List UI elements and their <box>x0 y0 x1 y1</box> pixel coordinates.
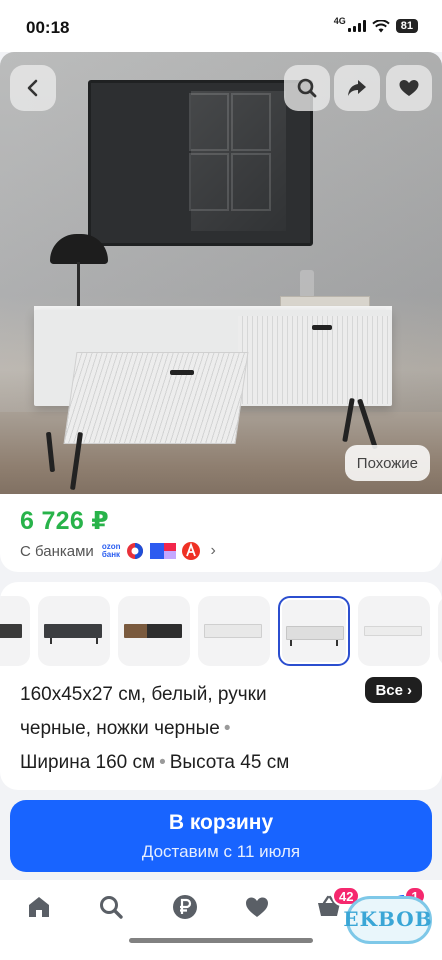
product-image[interactable]: Похожие <box>0 52 442 494</box>
width-spec: Ширина 160 см <box>20 752 156 773</box>
variant-thumb[interactable] <box>358 596 430 666</box>
battery-indicator: 81 <box>395 19 418 33</box>
nav-home[interactable] <box>22 892 56 922</box>
status-bar: 00:18 4G 81 <box>0 0 442 52</box>
cart-button-title: В корзину <box>168 811 274 834</box>
nav-search[interactable] <box>94 892 128 922</box>
ozon-bank-logo: ozon банк <box>101 542 121 559</box>
description-line: черные, ножки черные <box>20 718 220 739</box>
share-button[interactable] <box>334 65 380 111</box>
bank-offers-row[interactable]: С банками ozon банк › <box>20 542 216 560</box>
similar-button[interactable]: Похожие <box>344 445 430 481</box>
chevron-left-icon <box>27 79 38 97</box>
heart-icon <box>399 80 419 96</box>
variant-thumb[interactable] <box>0 596 30 666</box>
delivery-date: Доставим с 11 июля <box>141 842 301 861</box>
variant-thumb-selected[interactable] <box>278 596 350 666</box>
ruble-icon <box>173 895 197 919</box>
variant-thumb[interactable] <box>438 596 442 666</box>
home-icon <box>29 897 49 917</box>
variant-thumb[interactable] <box>198 596 270 666</box>
status-icons: 4G 81 <box>333 16 418 33</box>
chevron-right-icon: › <box>210 542 216 559</box>
share-arrow-icon <box>348 80 366 96</box>
favorite-button[interactable] <box>386 65 432 111</box>
chevron-right-icon: › <box>407 681 412 699</box>
wifi-icon <box>372 19 390 32</box>
price-card: 6 726 ₽ С банками ozon банк › <box>0 494 442 572</box>
search-icon <box>100 896 123 919</box>
home-indicator <box>129 938 313 943</box>
all-specs-button[interactable]: Все › <box>365 677 422 703</box>
network-type: 4G <box>333 16 346 26</box>
signal-icon <box>347 20 366 32</box>
search-icon <box>297 78 317 98</box>
bank-label: С банками <box>20 542 94 560</box>
back-button[interactable] <box>10 65 56 111</box>
nav-finance[interactable] <box>168 892 202 922</box>
price: 6 726 ₽ <box>20 507 110 535</box>
heart-icon <box>246 897 268 917</box>
height-spec: Высота 45 см <box>169 752 290 773</box>
watermark-logo: EKBOB <box>338 888 438 950</box>
info-card: 160x45x27 см, белый, ручки черные, ножки… <box>0 582 442 790</box>
variant-thumbnails <box>0 596 442 666</box>
alfa-bank-icon <box>182 542 201 560</box>
variant-thumb[interactable] <box>38 596 110 666</box>
variant-thumb[interactable] <box>118 596 190 666</box>
tv-illustration <box>88 80 313 246</box>
description-line: 160x45x27 см, белый, ручки <box>20 684 267 705</box>
product-description: 160x45x27 см, белый, ручки черные, ножки… <box>20 684 290 773</box>
add-to-cart-button[interactable]: В корзину Доставим с 11 июля <box>10 800 432 872</box>
nav-favorites[interactable] <box>240 892 274 922</box>
clock: 00:18 <box>26 18 70 37</box>
sbp-bank-icon <box>127 543 144 559</box>
bank-flag-icon <box>150 543 177 559</box>
search-button[interactable] <box>284 65 330 111</box>
